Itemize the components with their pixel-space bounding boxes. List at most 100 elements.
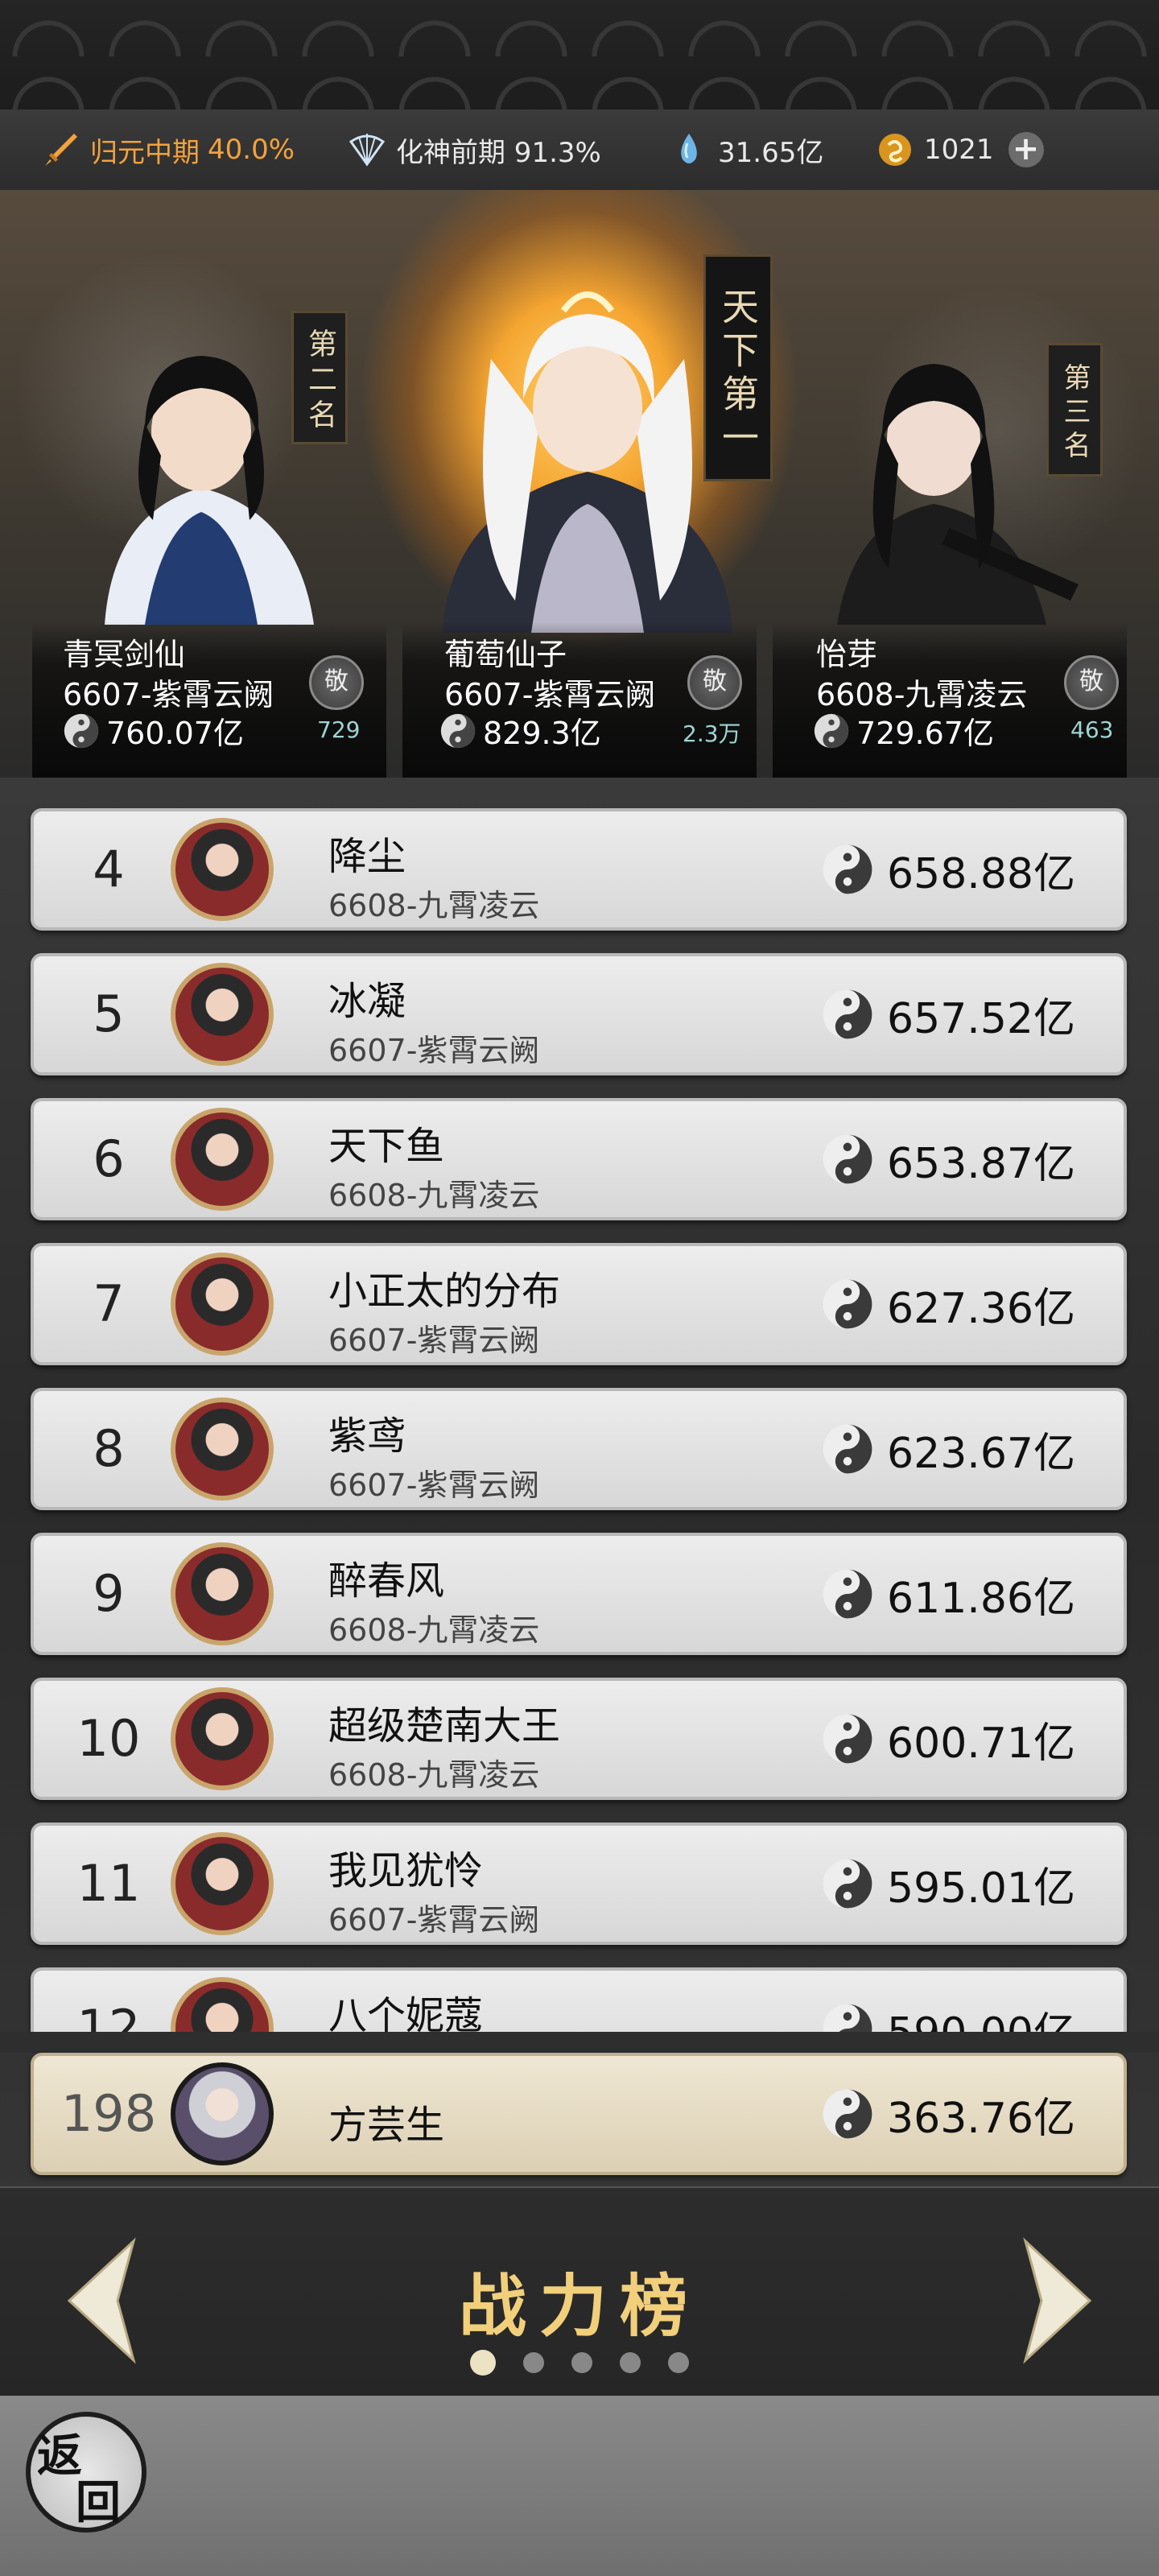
avatar[interactable]	[171, 1832, 274, 1935]
page-indicator	[0, 2350, 1159, 2376]
player-power: 595.01亿	[821, 1826, 1075, 1942]
yin-yang-icon	[823, 1569, 872, 1619]
ranking-row[interactable]: 6 天下鱼 6608-九霄凌云 653.87亿	[31, 1098, 1127, 1220]
power-value: 600.71亿	[887, 1719, 1075, 1768]
leaderboard-footer: 战力榜	[0, 2186, 1159, 2399]
avatar[interactable]	[171, 1397, 274, 1501]
first-place-power: 829.3亿	[439, 708, 601, 753]
ranking-row[interactable]: 9 醉春风 6608-九霄凌云 611.86亿	[31, 1533, 1127, 1655]
sword-icon	[45, 134, 77, 166]
third-place-server: 6608-九霄凌云	[816, 677, 1028, 712]
ranking-row[interactable]: 4 降尘 6608-九霄凌云 658.88亿	[31, 808, 1127, 931]
first-place-power-value: 829.3亿	[483, 716, 601, 751]
yin-yang-icon	[823, 1859, 872, 1909]
ranking-row[interactable]: 8 紫鸢 6607-紫霄云阙 623.67亿	[31, 1388, 1127, 1510]
yin-yang-icon	[823, 844, 872, 894]
player-power: 627.36亿	[821, 1246, 1075, 1362]
avatar[interactable]	[171, 1977, 274, 2032]
player-name: 小正太的分布	[328, 1269, 561, 1314]
rank-number: 12	[76, 1999, 141, 2032]
second-place-power-value: 760.07亿	[106, 716, 244, 751]
currency-amount: 1021	[924, 134, 994, 166]
player-server: 6607-紫霄云阙	[328, 1468, 540, 1503]
rank-number: 6	[93, 1129, 125, 1188]
ranking-row[interactable]: 12 八个妮蔻 590.00亿	[31, 1967, 1127, 2032]
power-value: 590.00亿	[887, 1999, 1075, 2033]
page-dot[interactable]	[620, 2352, 641, 2373]
page-dot[interactable]	[523, 2352, 544, 2373]
my-rank-number: 198	[60, 2084, 157, 2143]
realm-progress-1[interactable]: 归元中期 40.0%	[42, 109, 295, 190]
rank-number: 9	[93, 1564, 125, 1623]
leaderboard-title: 战力榜	[458, 2266, 700, 2346]
player-name: 八个妮蔻	[328, 1993, 484, 2032]
player-name: 超级楚南大王	[328, 1703, 561, 1748]
water-drop-icon	[681, 134, 697, 163]
ranking-row[interactable]: 7 小正太的分布 6607-紫霄云阙 627.36亿	[31, 1243, 1127, 1365]
avatar[interactable]	[171, 963, 274, 1066]
bottom-bar: 返 回	[0, 2396, 1159, 2576]
ranking-row[interactable]: 10 超级楚南大王 6608-九霄凌云 600.71亿	[31, 1678, 1127, 1800]
realm-progress-2[interactable]: 化神前期 91.3%	[348, 109, 601, 190]
yin-yang-icon	[814, 713, 849, 748]
first-place-respect-count: 2.3万	[683, 720, 741, 747]
page-dot[interactable]	[571, 2352, 592, 2373]
player-name: 天下鱼	[328, 1124, 445, 1169]
add-currency-button[interactable]: +	[1008, 132, 1044, 167]
power-value: 627.36亿	[887, 1284, 1075, 1333]
first-place-server: 6607-紫霄云阙	[444, 677, 656, 712]
player-power: 623.67亿	[821, 1391, 1075, 1507]
next-page-button[interactable]	[1017, 2236, 1098, 2365]
first-place-name: 葡萄仙子	[444, 637, 567, 672]
my-avatar[interactable]	[171, 2062, 274, 2165]
player-power: 590.00亿	[821, 1971, 1075, 2032]
rank-number: 5	[93, 985, 125, 1043]
second-place-name: 青冥剑仙	[63, 637, 186, 672]
rank-number: 4	[93, 840, 125, 898]
third-place-power-value: 729.67亿	[856, 716, 994, 751]
top-three-podium: 第二名 天下第一 第三名 青冥剑仙 6607-紫霄云阙 760.07亿 敬 72…	[0, 190, 1159, 778]
spirit-stones[interactable]: 31.65亿	[670, 109, 823, 190]
yin-yang-icon	[823, 1424, 872, 1474]
coin-icon	[879, 134, 911, 166]
yin-yang-icon	[823, 989, 872, 1039]
avatar[interactable]	[171, 818, 274, 921]
player-server: 6608-九霄凌云	[328, 1178, 540, 1213]
power-value: 653.87亿	[887, 1139, 1075, 1188]
spirit-stones-amount: 31.65亿	[718, 136, 824, 169]
rank-number: 10	[76, 1709, 141, 1768]
respect-button-second[interactable]: 敬	[309, 655, 364, 710]
player-server: 6607-紫霄云阙	[328, 1902, 540, 1938]
avatar[interactable]	[171, 1108, 274, 1211]
power-value: 595.01亿	[887, 1864, 1075, 1913]
second-place-server: 6607-紫霄云阙	[63, 677, 274, 712]
page-dot[interactable]	[668, 2352, 689, 2373]
currency[interactable]: 1021 +	[876, 109, 1044, 190]
ranking-row[interactable]: 5 冰凝 6607-紫霄云阙 657.52亿	[31, 953, 1127, 1075]
power-value: 623.67亿	[887, 1429, 1075, 1478]
player-power: 653.87亿	[821, 1101, 1075, 1217]
respect-button-first[interactable]: 敬	[687, 655, 742, 710]
power-value: 611.86亿	[887, 1574, 1075, 1623]
avatar[interactable]	[171, 1542, 274, 1645]
realm-percent: 40.0%	[208, 134, 295, 166]
my-rank-row[interactable]: 198 方芸生 363.76亿	[31, 2053, 1127, 2175]
player-power: 658.88亿	[821, 811, 1075, 927]
player-server: 6608-九霄凌云	[328, 888, 540, 923]
yin-yang-icon	[440, 713, 476, 748]
respect-button-third[interactable]: 敬	[1064, 655, 1119, 710]
player-name: 降尘	[328, 834, 406, 879]
back-button[interactable]: 返 回	[26, 2412, 146, 2533]
top-decoration	[0, 0, 1159, 109]
avatar[interactable]	[171, 1687, 274, 1790]
yin-yang-icon	[823, 1714, 872, 1764]
yin-yang-icon	[823, 2004, 872, 2032]
back-button-char-2: 回	[76, 2476, 121, 2529]
avatar[interactable]	[171, 1253, 274, 1356]
player-power: 600.71亿	[821, 1681, 1075, 1797]
yin-yang-icon	[823, 1134, 872, 1184]
ranking-row[interactable]: 11 我见犹怜 6607-紫霄云阙 595.01亿	[31, 1823, 1127, 1945]
page-dot[interactable]	[470, 2350, 496, 2376]
player-power: 657.52亿	[821, 956, 1075, 1072]
power-value: 657.52亿	[887, 994, 1075, 1043]
